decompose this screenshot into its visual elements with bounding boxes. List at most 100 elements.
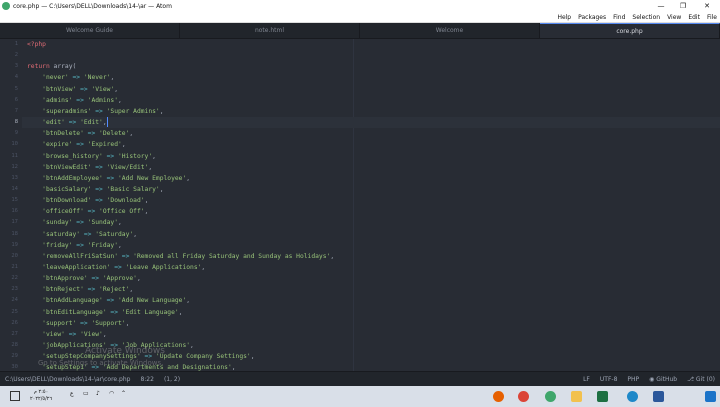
code-line[interactable]: 'support' => 'Support',	[27, 318, 129, 329]
atom-icon[interactable]	[545, 391, 556, 402]
selection-count: (1, 2)	[163, 376, 181, 383]
grammar[interactable]: PHP	[627, 376, 639, 383]
code-token: 'view'	[42, 330, 65, 338]
code-token: =>	[72, 241, 88, 249]
encoding[interactable]: UTF-8	[600, 376, 618, 383]
code-line[interactable]: 'edit' => 'Edit',	[27, 117, 108, 128]
code-line[interactable]: 'friday' => 'Friday',	[27, 240, 122, 251]
code-area[interactable]: <?php return array( 'never' => 'Never', '…	[27, 39, 720, 371]
code-token: 'View'	[91, 85, 115, 93]
cursor-position[interactable]: 8:22	[140, 376, 153, 383]
start-icon[interactable]	[705, 391, 716, 402]
tab-welcome-guide[interactable]: Welcome Guide	[0, 23, 180, 38]
code-line[interactable]: return array(	[27, 61, 76, 72]
code-line[interactable]: 'superadmins' => 'Super Admins',	[27, 106, 163, 117]
excel-icon[interactable]	[597, 391, 608, 402]
code-line[interactable]: 'officeOff' => 'Office Off',	[27, 206, 148, 217]
status-bar: C:\Users\DELL\Downloads\14-\ar\core.php …	[0, 371, 720, 386]
code-token: ,	[118, 96, 122, 104]
code-line[interactable]: 'admins' => 'Admins',	[27, 95, 122, 106]
firefox-icon[interactable]	[493, 391, 504, 402]
menu-help[interactable]: Help	[557, 14, 571, 21]
code-token: 'officeOff'	[42, 208, 84, 216]
code-token: 'Download'	[106, 197, 145, 205]
line-number: 20	[11, 252, 18, 259]
code-token: ,	[250, 353, 255, 361]
code-token: ,	[330, 252, 335, 260]
menu-file[interactable]: File	[707, 14, 717, 21]
code-line[interactable]: 'never' => 'Never',	[27, 72, 114, 83]
menu-edit[interactable]: Edit	[688, 14, 700, 21]
code-line[interactable]: 'saturday' => 'Saturday',	[27, 229, 137, 240]
code-token: =>	[118, 252, 134, 260]
code-line[interactable]: 'view' => 'View',	[27, 329, 106, 340]
code-line[interactable]: 'btnEditLanguage' => 'Edit Language',	[27, 307, 182, 318]
code-line[interactable]: 'btnAddLanguage' => 'Add New Language',	[27, 295, 190, 306]
line-number: 17	[11, 219, 18, 226]
line-number: 9	[14, 130, 18, 137]
code-token: =>	[76, 319, 92, 327]
line-number: 1	[14, 41, 18, 47]
code-token: 'Removed all Friday Saturday and Sunday …	[133, 252, 331, 260]
menu-view[interactable]: View	[667, 14, 681, 21]
menu-bar: Help Packages Find Selection View Edit F…	[0, 12, 720, 23]
code-line[interactable]: 'btnDownload' => 'Download',	[27, 195, 148, 206]
code-line[interactable]: 'btnViewEdit' => 'View/Edit',	[27, 162, 152, 173]
tab-core-php[interactable]: core.php	[540, 23, 720, 38]
code-editor[interactable]: 1 2 3 4 5 6 7 8 9 10 11 12 13 14 15 16 17 18 19 20 21 22 23 24 2…	[0, 39, 720, 371]
battery-icon[interactable]: ▭	[83, 390, 89, 397]
code-line[interactable]: 'leaveApplication' => 'Leave Application…	[27, 262, 205, 273]
code-line[interactable]: 'sunday' => 'Sunday',	[27, 217, 122, 228]
network-icon[interactable]: ◠	[109, 390, 114, 397]
tab-note-html[interactable]: note.html	[180, 23, 360, 38]
line-number: 11	[11, 152, 18, 159]
speaker-icon[interactable]: ♪	[96, 390, 100, 397]
code-token: 'superadmins'	[42, 107, 92, 115]
line-ending[interactable]: LF	[583, 376, 590, 383]
maximize-button[interactable]: ❐	[670, 0, 696, 12]
code-token: ,	[133, 230, 137, 238]
activate-windows-subtitle: Go to Settings to activate Windows.	[38, 359, 164, 367]
line-number: 27	[11, 330, 18, 337]
menu-packages[interactable]: Packages	[578, 14, 606, 21]
code-line[interactable]: 'btnDelete' => 'Delete',	[27, 128, 133, 139]
code-token: 'removeAllFriSatSun'	[42, 252, 118, 260]
code-line[interactable]: 'btnApprove' => 'Approve',	[27, 273, 141, 284]
chrome-icon[interactable]	[518, 391, 529, 402]
code-line[interactable]: 'btnReject' => 'Reject',	[27, 284, 133, 295]
code-line[interactable]: 'browse_history' => 'History',	[27, 151, 156, 162]
code-line[interactable]: <?php	[27, 39, 46, 50]
language-icon[interactable]: ع	[70, 390, 74, 397]
code-token: 'Office Off'	[99, 208, 145, 216]
code-line[interactable]: 'btnAddEmployee' => 'Add New Employee',	[27, 173, 190, 184]
edge-icon[interactable]	[627, 391, 638, 402]
code-token: 'btnAddLanguage'	[42, 297, 103, 305]
notification-icon[interactable]	[10, 391, 20, 401]
file-path[interactable]: C:\Users\DELL\Downloads\14-\ar\core.php	[5, 376, 130, 383]
code-token: =>	[91, 185, 107, 193]
show-hidden-icons[interactable]: ⌃	[121, 390, 126, 397]
menu-find[interactable]: Find	[613, 14, 625, 21]
code-token: 'Reject'	[99, 286, 130, 294]
close-button[interactable]: ✕	[694, 0, 720, 12]
file-explorer-icon[interactable]	[571, 391, 582, 402]
line-number: 21	[11, 264, 18, 270]
github-button[interactable]: ◉ GitHub	[649, 376, 677, 383]
menu-selection[interactable]: Selection	[632, 14, 660, 21]
git-button[interactable]: ⎇ Git (0)	[687, 376, 715, 383]
word-icon[interactable]	[653, 391, 664, 402]
tab-welcome[interactable]: Welcome	[360, 23, 540, 38]
code-line[interactable]: 'basicSalary' => 'Basic Salary',	[27, 184, 163, 195]
code-line[interactable]: 'btnView' => 'View',	[27, 84, 118, 95]
code-line[interactable]: 'removeAllFriSatSun' => 'Removed all Fri…	[27, 251, 334, 262]
code-token: ,	[129, 286, 134, 294]
code-token: 'btnEditLanguage'	[42, 308, 107, 316]
code-token: 'leaveApplication'	[42, 264, 111, 271]
code-token: 'Add New Language'	[118, 297, 187, 305]
taskbar-clock[interactable]: ٢:٥٠ م ٢٠٢٢/٥/٢٦	[30, 389, 52, 403]
code-line[interactable]: 'expire' => 'Expired',	[27, 139, 125, 150]
